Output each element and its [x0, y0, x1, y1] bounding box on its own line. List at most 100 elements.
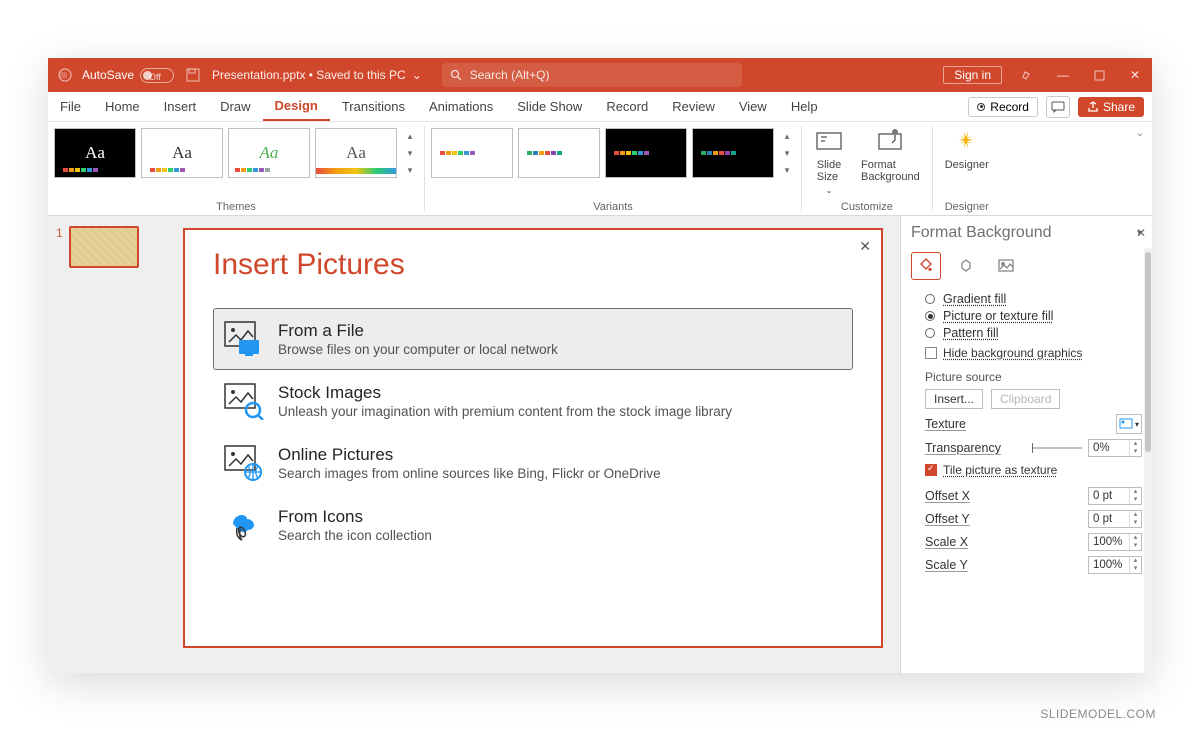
option-online-pictures[interactable]: Online PicturesSearch images from online… [213, 432, 853, 494]
variant-1[interactable] [431, 128, 513, 178]
tab-help[interactable]: Help [779, 92, 830, 121]
search-icon [450, 69, 462, 81]
insert-pictures-dialog: ✕ Insert Pictures From a FileBrowse file… [183, 228, 883, 648]
share-icon [1087, 101, 1099, 113]
themes-label: Themes [216, 201, 256, 213]
workspace: 1 ✕ Insert Pictures From a FileBrowse fi… [48, 216, 1152, 673]
variants-group: ▴▾▾ Variants [425, 122, 801, 215]
effects-tab-icon[interactable] [951, 252, 981, 280]
online-picture-icon [222, 443, 266, 483]
tab-record[interactable]: Record [594, 92, 660, 121]
checkbox-hide-bg[interactable]: Hide background graphics [925, 346, 1142, 360]
scale-x-row: Scale X100%▴▾ [925, 533, 1142, 551]
option-stock-images[interactable]: Stock ImagesUnleash your imagination wit… [213, 370, 853, 432]
tab-home[interactable]: Home [93, 92, 152, 121]
checkbox-tile[interactable]: Tile picture as texture [925, 463, 1142, 477]
save-icon[interactable] [182, 64, 204, 86]
option-from-icons[interactable]: From IconsSearch the icon collection [213, 494, 853, 556]
panel-title: Format Background▾ [911, 224, 1142, 242]
variant-4[interactable] [692, 128, 774, 178]
designer-group: Designer Designer [933, 122, 1001, 215]
record-dot-icon [977, 103, 985, 111]
share-button[interactable]: Share [1078, 97, 1144, 117]
ribbon: Aa Aa Aa Aa ▴▾▾ Themes ▴▾▾ Variants [48, 122, 1152, 216]
texture-picker[interactable]: ▾ [1116, 414, 1142, 434]
radio-pattern-fill[interactable]: Pattern fill [925, 326, 1142, 340]
theme-thumb-4[interactable]: Aa [315, 128, 397, 178]
tab-file[interactable]: File [48, 92, 93, 121]
tab-draw[interactable]: Draw [208, 92, 262, 121]
tab-review[interactable]: Review [660, 92, 727, 121]
scale-y-row: Scale Y100%▴▾ [925, 556, 1142, 574]
texture-row: Texture ▾ [925, 414, 1142, 434]
theme-thumb-1[interactable]: Aa [54, 128, 136, 178]
format-background-panel: ✕ Format Background▾ Gradient fill Pictu… [900, 216, 1152, 673]
panel-close-icon[interactable]: ✕ [1136, 226, 1146, 240]
maximize-icon[interactable] [1088, 64, 1110, 86]
fill-tab-icon[interactable] [911, 252, 941, 280]
insert-picture-button[interactable]: Insert... [925, 389, 983, 409]
transparency-value[interactable]: 0%▴▾ [1088, 439, 1142, 457]
designer-icon [953, 128, 981, 156]
offset-x-row: Offset X0 pt▴▾ [925, 487, 1142, 505]
autosave-toggle[interactable]: AutoSave Off [82, 68, 174, 83]
tab-view[interactable]: View [727, 92, 779, 121]
minimize-icon[interactable]: — [1052, 64, 1074, 86]
offset-y-row: Offset Y0 pt▴▾ [925, 510, 1142, 528]
toggle-switch-icon: Off [140, 68, 174, 83]
collapse-ribbon-icon[interactable]: ⌄ [1128, 122, 1152, 215]
icons-icon [222, 505, 266, 545]
scale-y-input[interactable]: 100%▴▾ [1088, 556, 1142, 574]
search-input[interactable]: Search (Alt+Q) [442, 63, 742, 87]
tab-animations[interactable]: Animations [417, 92, 505, 121]
file-picture-icon [222, 319, 266, 359]
themes-more[interactable]: ▴▾▾ [402, 128, 418, 178]
variants-more[interactable]: ▴▾▾ [779, 128, 795, 178]
dialog-title: Insert Pictures [213, 248, 853, 282]
comments-button[interactable] [1046, 96, 1070, 118]
theme-thumb-3[interactable]: Aa [228, 128, 310, 178]
option-from-file[interactable]: From a FileBrowse files on your computer… [213, 308, 853, 370]
radio-picture-fill[interactable]: Picture or texture fill [925, 309, 1142, 323]
format-bg-icon [875, 128, 905, 156]
mic-icon[interactable] [1016, 64, 1038, 86]
app-window: AutoSave Off Presentation.pptx • Saved t… [48, 58, 1152, 673]
variant-2[interactable] [518, 128, 600, 178]
designer-button[interactable]: Designer [939, 128, 995, 171]
dialog-close-icon[interactable]: ✕ [859, 238, 871, 255]
customize-label: Customize [841, 201, 893, 213]
slide-size-button[interactable]: Slide Size⌄ [808, 128, 850, 195]
variant-3[interactable] [605, 128, 687, 178]
variants-label: Variants [593, 201, 633, 213]
format-background-button[interactable]: Format Background [855, 128, 926, 195]
slide-preview [69, 226, 139, 268]
picture-tab-icon[interactable] [991, 252, 1021, 280]
autosave-label: AutoSave [82, 68, 134, 82]
transparency-slider[interactable] [1032, 447, 1082, 449]
record-button[interactable]: Record [968, 97, 1038, 117]
offset-y-input[interactable]: 0 pt▴▾ [1088, 510, 1142, 528]
close-icon[interactable]: ✕ [1124, 64, 1146, 86]
radio-gradient-fill[interactable]: Gradient fill [925, 292, 1142, 306]
slide-size-icon [814, 128, 844, 156]
clipboard-button[interactable]: Clipboard [991, 389, 1060, 409]
slide-thumb-1[interactable]: 1 [56, 226, 150, 268]
transparency-row: Transparency 0%▴▾ [925, 439, 1142, 457]
tab-design[interactable]: Design [263, 92, 330, 121]
stock-image-icon [222, 381, 266, 421]
tab-transitions[interactable]: Transitions [330, 92, 417, 121]
scale-x-input[interactable]: 100%▴▾ [1088, 533, 1142, 551]
designer-label: Designer [945, 201, 989, 213]
canvas-area: ✕ Insert Pictures From a FileBrowse file… [158, 216, 900, 673]
powerpoint-icon [54, 64, 76, 86]
document-name[interactable]: Presentation.pptx • Saved to this PC ⌄ [212, 68, 422, 82]
slide-thumbnails: 1 [48, 216, 158, 673]
panel-scrollbar[interactable] [1144, 248, 1152, 673]
offset-x-input[interactable]: 0 pt▴▾ [1088, 487, 1142, 505]
tab-slideshow[interactable]: Slide Show [505, 92, 594, 121]
watermark-text: SLIDEMODEL.COM [1040, 707, 1156, 721]
theme-thumb-2[interactable]: Aa [141, 128, 223, 178]
sign-in-button[interactable]: Sign in [943, 66, 1002, 84]
tab-insert[interactable]: Insert [152, 92, 209, 121]
customize-group: Slide Size⌄ Format Background Customize [802, 122, 932, 215]
